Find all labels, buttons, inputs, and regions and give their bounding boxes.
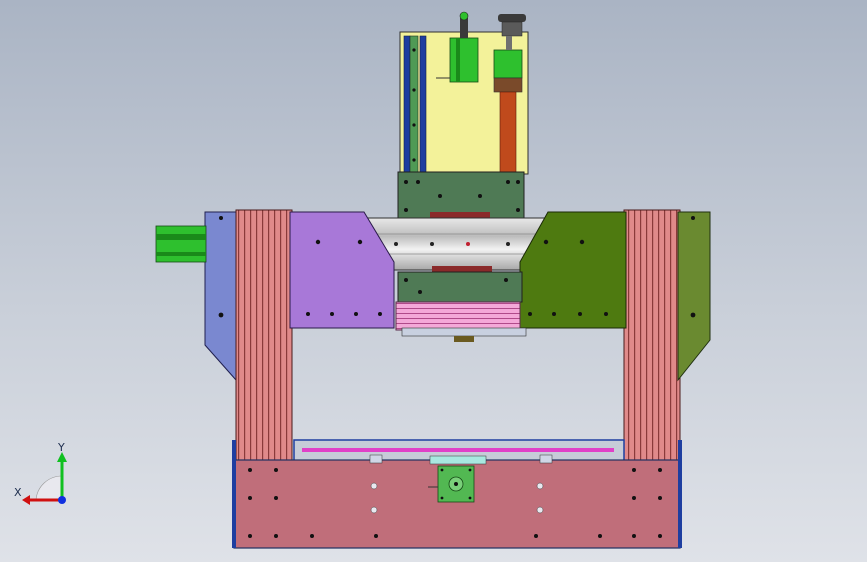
z-carriage-plate[interactable] [397, 171, 525, 221]
y-stepper-motor [155, 225, 207, 263]
z-axis-dot-icon [58, 496, 66, 504]
left-side-plate[interactable] [204, 211, 237, 382]
x-carriage-lower [395, 271, 527, 342]
cnc-machine-model[interactable] [0, 0, 867, 562]
left-aluminum-column [235, 209, 293, 463]
triad-x-label: X [14, 486, 22, 499]
right-aluminum-column [623, 209, 681, 463]
z-linear-rail [403, 35, 411, 173]
pulley-icon [498, 14, 526, 37]
triad-y-label: Y [58, 441, 65, 454]
coordinate-triad [22, 452, 67, 505]
right-side-plate[interactable] [677, 211, 711, 382]
cad-3d-viewport[interactable]: X Y [0, 0, 867, 562]
z-axis-housing[interactable] [399, 11, 529, 175]
